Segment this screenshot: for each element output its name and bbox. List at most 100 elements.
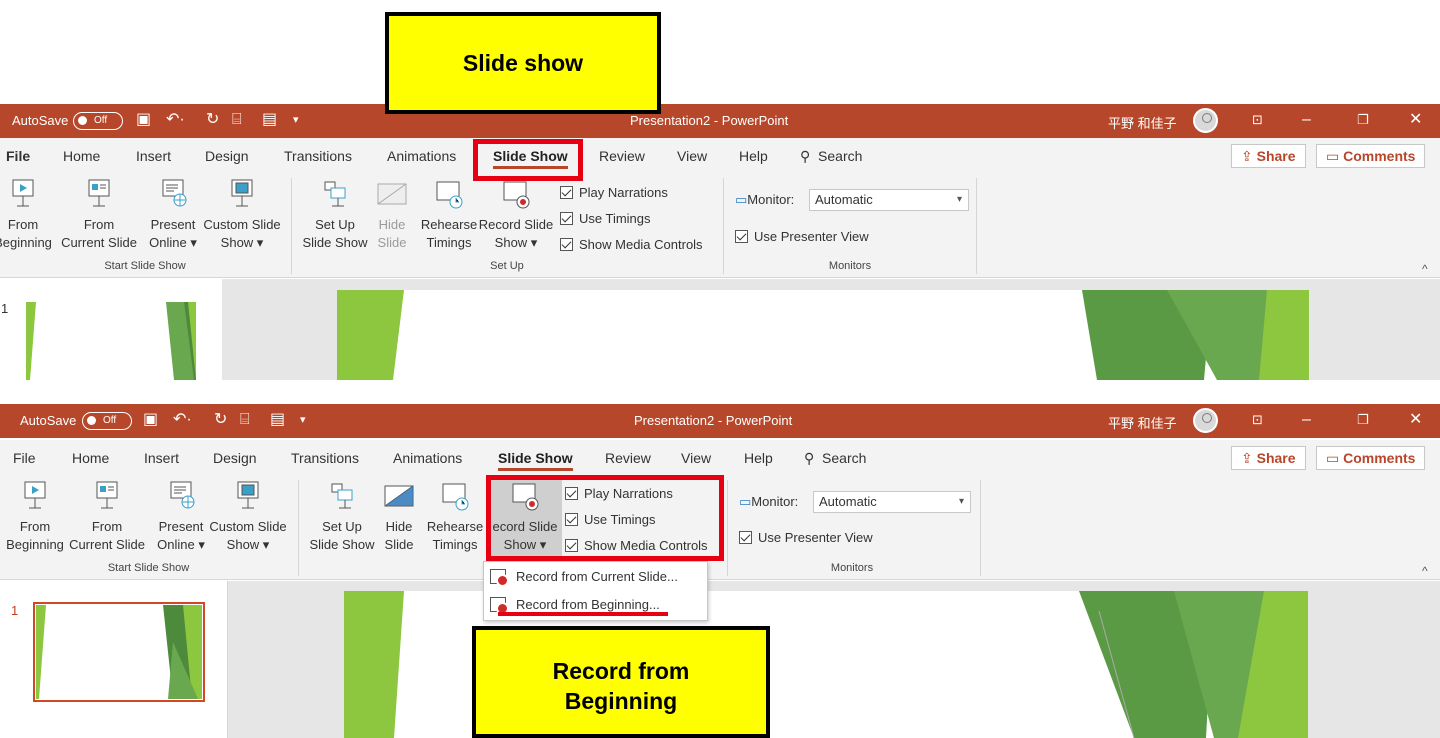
customize-qat-icon[interactable]: ▾ [300,411,306,429]
rehearse-timings-button[interactable]: Rehearse Timings [426,480,484,554]
comments-button[interactable]: ▭ Comments [1316,144,1426,168]
setup-label-2: Slide Show [309,537,375,552]
record-from-beginning-underline [498,612,668,616]
slide-thumbnail[interactable] [26,302,196,380]
touch-icon[interactable]: ▤ [262,111,277,129]
group-separator [980,480,981,576]
record-slide-show-button[interactable]: Record Slide Show ▾ [478,178,554,252]
tab-animations[interactable]: Animations [393,450,462,466]
present-online-label-1: Present [150,217,196,232]
checkbox-checked-icon [560,212,573,225]
minimize-icon[interactable]: – [1302,111,1311,129]
collapse-ribbon-icon[interactable]: ^ [1422,262,1428,276]
touch-icon[interactable]: ▤ [270,411,285,429]
record-current-label: Record from Current Slide... [516,569,678,584]
share-button[interactable]: ⇪ Share [1231,144,1306,168]
tab-insert[interactable]: Insert [144,450,179,466]
restore-icon[interactable]: ❐ [1357,111,1369,129]
collapse-ribbon-icon[interactable]: ^ [1422,564,1428,578]
present-online-button[interactable]: Present Online ▾ [154,480,208,554]
monitor-select[interactable]: Automatic [809,189,969,211]
custom-slide-show-button[interactable]: Custom Slide Show ▾ [206,480,290,554]
use-timings-checkbox[interactable]: Use Timings [560,211,651,226]
tab-animations[interactable]: Animations [387,148,456,164]
start-slide-show-group-label: Start Slide Show [107,562,190,574]
custom-slide-show-button[interactable]: Custom Slide Show ▾ [200,178,284,252]
user-name: 平野 和佳子 [1108,116,1177,131]
autosave-toggle[interactable]: Off [82,412,132,430]
ribbon-display-icon[interactable]: ⊡ [1252,411,1263,429]
slide-canvas[interactable] [337,290,1309,380]
presenter-view-checkbox[interactable]: Use Presenter View [735,229,869,244]
redo-icon[interactable]: ↻ [206,111,219,129]
play-narrations-checkbox[interactable]: Play Narrations [560,185,668,200]
search-box[interactable]: ⚲ Search [804,450,866,467]
tab-design[interactable]: Design [205,148,249,164]
setup-label-1: Set Up [322,519,362,534]
rehearse-timings-button[interactable]: Rehearse Timings [420,178,478,252]
hide-slide-button[interactable]: Hide Slide [380,480,418,554]
save-icon[interactable]: ▣ [143,411,158,429]
tab-view[interactable]: View [677,148,707,164]
save-icon[interactable]: ▣ [136,111,151,129]
record-from-current-slide-item[interactable]: Record from Current Slide... [484,563,704,591]
rehearse-label-2: Timings [432,537,478,552]
share-button[interactable]: ⇪ Share [1231,446,1306,470]
redo-icon[interactable]: ↻ [214,411,227,429]
set-up-group-label: Set Up [490,260,524,272]
undo-icon[interactable]: ↶· [173,411,192,429]
record-icon [490,597,509,615]
search-box[interactable]: ⚲ Search [800,148,862,165]
tab-help[interactable]: Help [744,450,773,466]
globe-icon [170,481,195,509]
presenter-view-checkbox[interactable]: Use Presenter View [739,530,873,545]
comments-button[interactable]: ▭ Comments [1316,446,1426,470]
close-icon[interactable]: ✕ [1409,411,1422,429]
from-beginning-button[interactable]: From Beginning [0,178,60,252]
rehearse-label-1: Rehearse [426,519,484,534]
tab-view[interactable]: View [681,450,711,466]
tab-design[interactable]: Design [213,450,257,466]
monitor-select[interactable]: Automatic [813,491,971,513]
tab-file[interactable]: File [13,450,36,466]
hide-slide-button[interactable]: Hide Slide [373,178,411,252]
avatar[interactable] [1193,108,1218,133]
undo-icon[interactable]: ↶· [166,111,185,129]
show-media-controls-checkbox[interactable]: Show Media Controls [560,237,703,252]
tab-slide-show[interactable]: Slide Show [498,450,573,471]
stopwatch-icon [436,181,463,209]
record-label-1: Record Slide [478,217,554,232]
ribbon-display-icon[interactable]: ⊡ [1252,111,1263,129]
tab-review[interactable]: Review [605,450,651,466]
minimize-icon[interactable]: – [1302,411,1311,429]
checkbox-checked-icon [560,238,573,251]
set-up-slide-show-button[interactable]: Set Up Slide Show [305,480,379,554]
set-up-slide-show-button[interactable]: Set Up Slide Show [298,178,372,252]
close-icon[interactable]: ✕ [1409,111,1422,129]
avatar[interactable] [1193,408,1218,433]
customize-qat-icon[interactable]: ▾ [293,111,299,129]
slide-icon [96,481,118,509]
present-icon[interactable]: ⌸ [232,111,242,129]
present-online-button[interactable]: Present Online ▾ [146,178,200,252]
from-beginning-button[interactable]: From Beginning [0,480,72,554]
slide-thumbnail-selected[interactable] [33,602,205,702]
tab-file[interactable]: File [6,148,30,164]
from-current-button[interactable]: From Current Slide [66,480,148,554]
record-beginning-label: Record from Beginning... [516,597,660,612]
tab-transitions[interactable]: Transitions [284,148,352,164]
tab-review[interactable]: Review [599,148,645,164]
search-label: Search [818,148,863,164]
tab-insert[interactable]: Insert [136,148,171,164]
tab-help[interactable]: Help [739,148,768,164]
stopwatch-icon [442,483,469,511]
tab-home[interactable]: Home [72,450,109,466]
autosave-toggle[interactable]: Off [73,112,123,130]
from-current-button[interactable]: From Current Slide [58,178,140,252]
present-icon[interactable]: ⌸ [240,411,250,429]
tab-home[interactable]: Home [63,148,100,164]
thumbnail-pane: 1 [0,279,222,380]
tab-transitions[interactable]: Transitions [291,450,359,466]
custom-show-icon [231,179,253,207]
restore-icon[interactable]: ❐ [1357,411,1369,429]
